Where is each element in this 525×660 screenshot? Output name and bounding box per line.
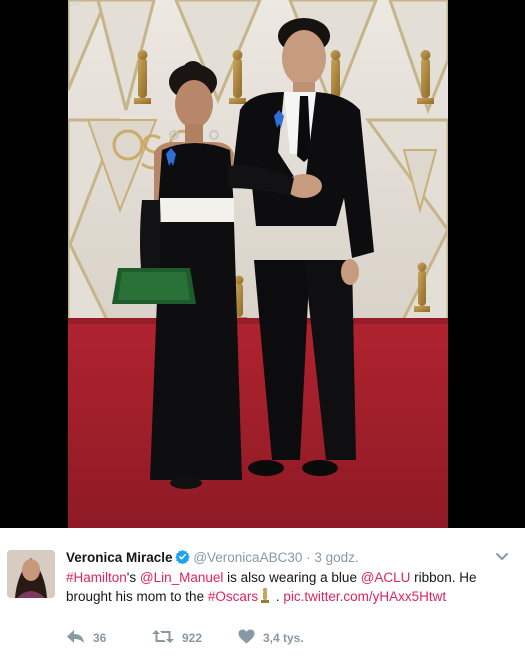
verified-badge-icon xyxy=(174,549,190,569)
tweet-timestamp[interactable]: 3 godz. xyxy=(314,550,358,565)
red-carpet-image xyxy=(68,0,448,528)
like-count: 3,4 tys. xyxy=(263,631,304,645)
reply-icon xyxy=(66,629,93,647)
reply-button[interactable]: 36 xyxy=(66,628,106,648)
oscar-trophy-icon xyxy=(260,587,270,609)
avatar[interactable] xyxy=(7,550,55,598)
hashtag-link[interactable]: #Hamilton xyxy=(66,570,127,585)
reply-count: 36 xyxy=(93,631,107,645)
photo-frame: AP xyxy=(0,0,525,528)
tweet-text-part: is also wearing a blue xyxy=(223,570,361,585)
like-button[interactable]: 3,4 tys. xyxy=(238,628,304,648)
tweet-photo[interactable] xyxy=(68,0,448,528)
tweet-text: #Hamilton's @Lin_Manuel is also wearing … xyxy=(66,568,518,609)
author-name[interactable]: Veronica Miracle xyxy=(66,550,173,565)
tweet-text-part: . xyxy=(272,589,284,604)
retweet-icon xyxy=(152,629,182,647)
tweet-actions: 36 922 3,4 tys. xyxy=(66,628,486,648)
retweet-count: 922 xyxy=(182,631,203,645)
mention-link[interactable]: @ACLU xyxy=(361,570,411,585)
avatar-image xyxy=(7,550,55,598)
chevron-down-icon[interactable] xyxy=(494,550,510,564)
heart-icon xyxy=(238,629,263,647)
tweet-card: Veronica Miracle @VeronicaABC30 · 3 godz… xyxy=(0,528,525,660)
hashtag-link[interactable]: #Oscars xyxy=(208,589,258,604)
header-separator: · xyxy=(306,550,311,565)
mention-link[interactable]: @Lin_Manuel xyxy=(140,570,224,585)
photo-watermark: AP xyxy=(71,1,82,8)
tweet-header: Veronica Miracle @VeronicaABC30 · 3 godz… xyxy=(66,549,359,569)
author-handle[interactable]: @VeronicaABC30 xyxy=(193,550,302,565)
retweet-button[interactable]: 922 xyxy=(152,628,202,648)
tweet-text-part: 's xyxy=(126,570,140,585)
pic-link[interactable]: pic.twitter.com/yHAxx5Htwt xyxy=(283,589,446,604)
